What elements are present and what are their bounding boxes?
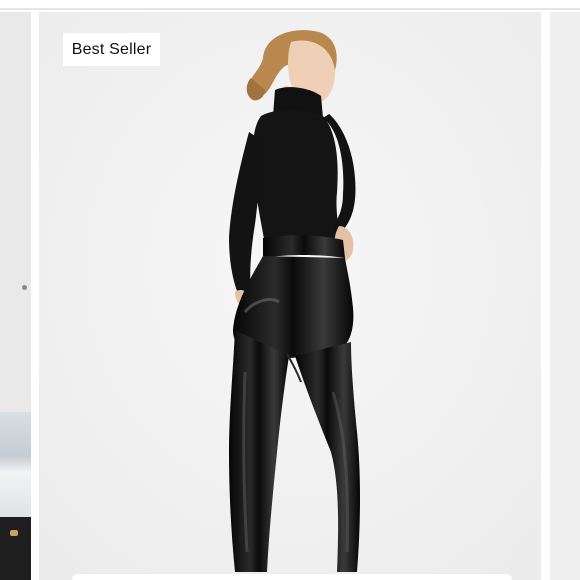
gold-detail — [10, 530, 18, 536]
model-photo — [39, 12, 541, 580]
best-seller-badge: Best Seller — [63, 33, 160, 66]
product-image-card[interactable]: Best Seller — [39, 12, 541, 580]
top-divider — [0, 8, 580, 10]
bottom-action-bar[interactable] — [72, 574, 512, 580]
dot-icon — [22, 285, 27, 290]
dark-garment-area — [0, 517, 31, 580]
previous-slide-preview[interactable] — [0, 12, 31, 580]
snow-scene — [0, 412, 31, 522]
next-slide-preview[interactable] — [550, 12, 580, 580]
